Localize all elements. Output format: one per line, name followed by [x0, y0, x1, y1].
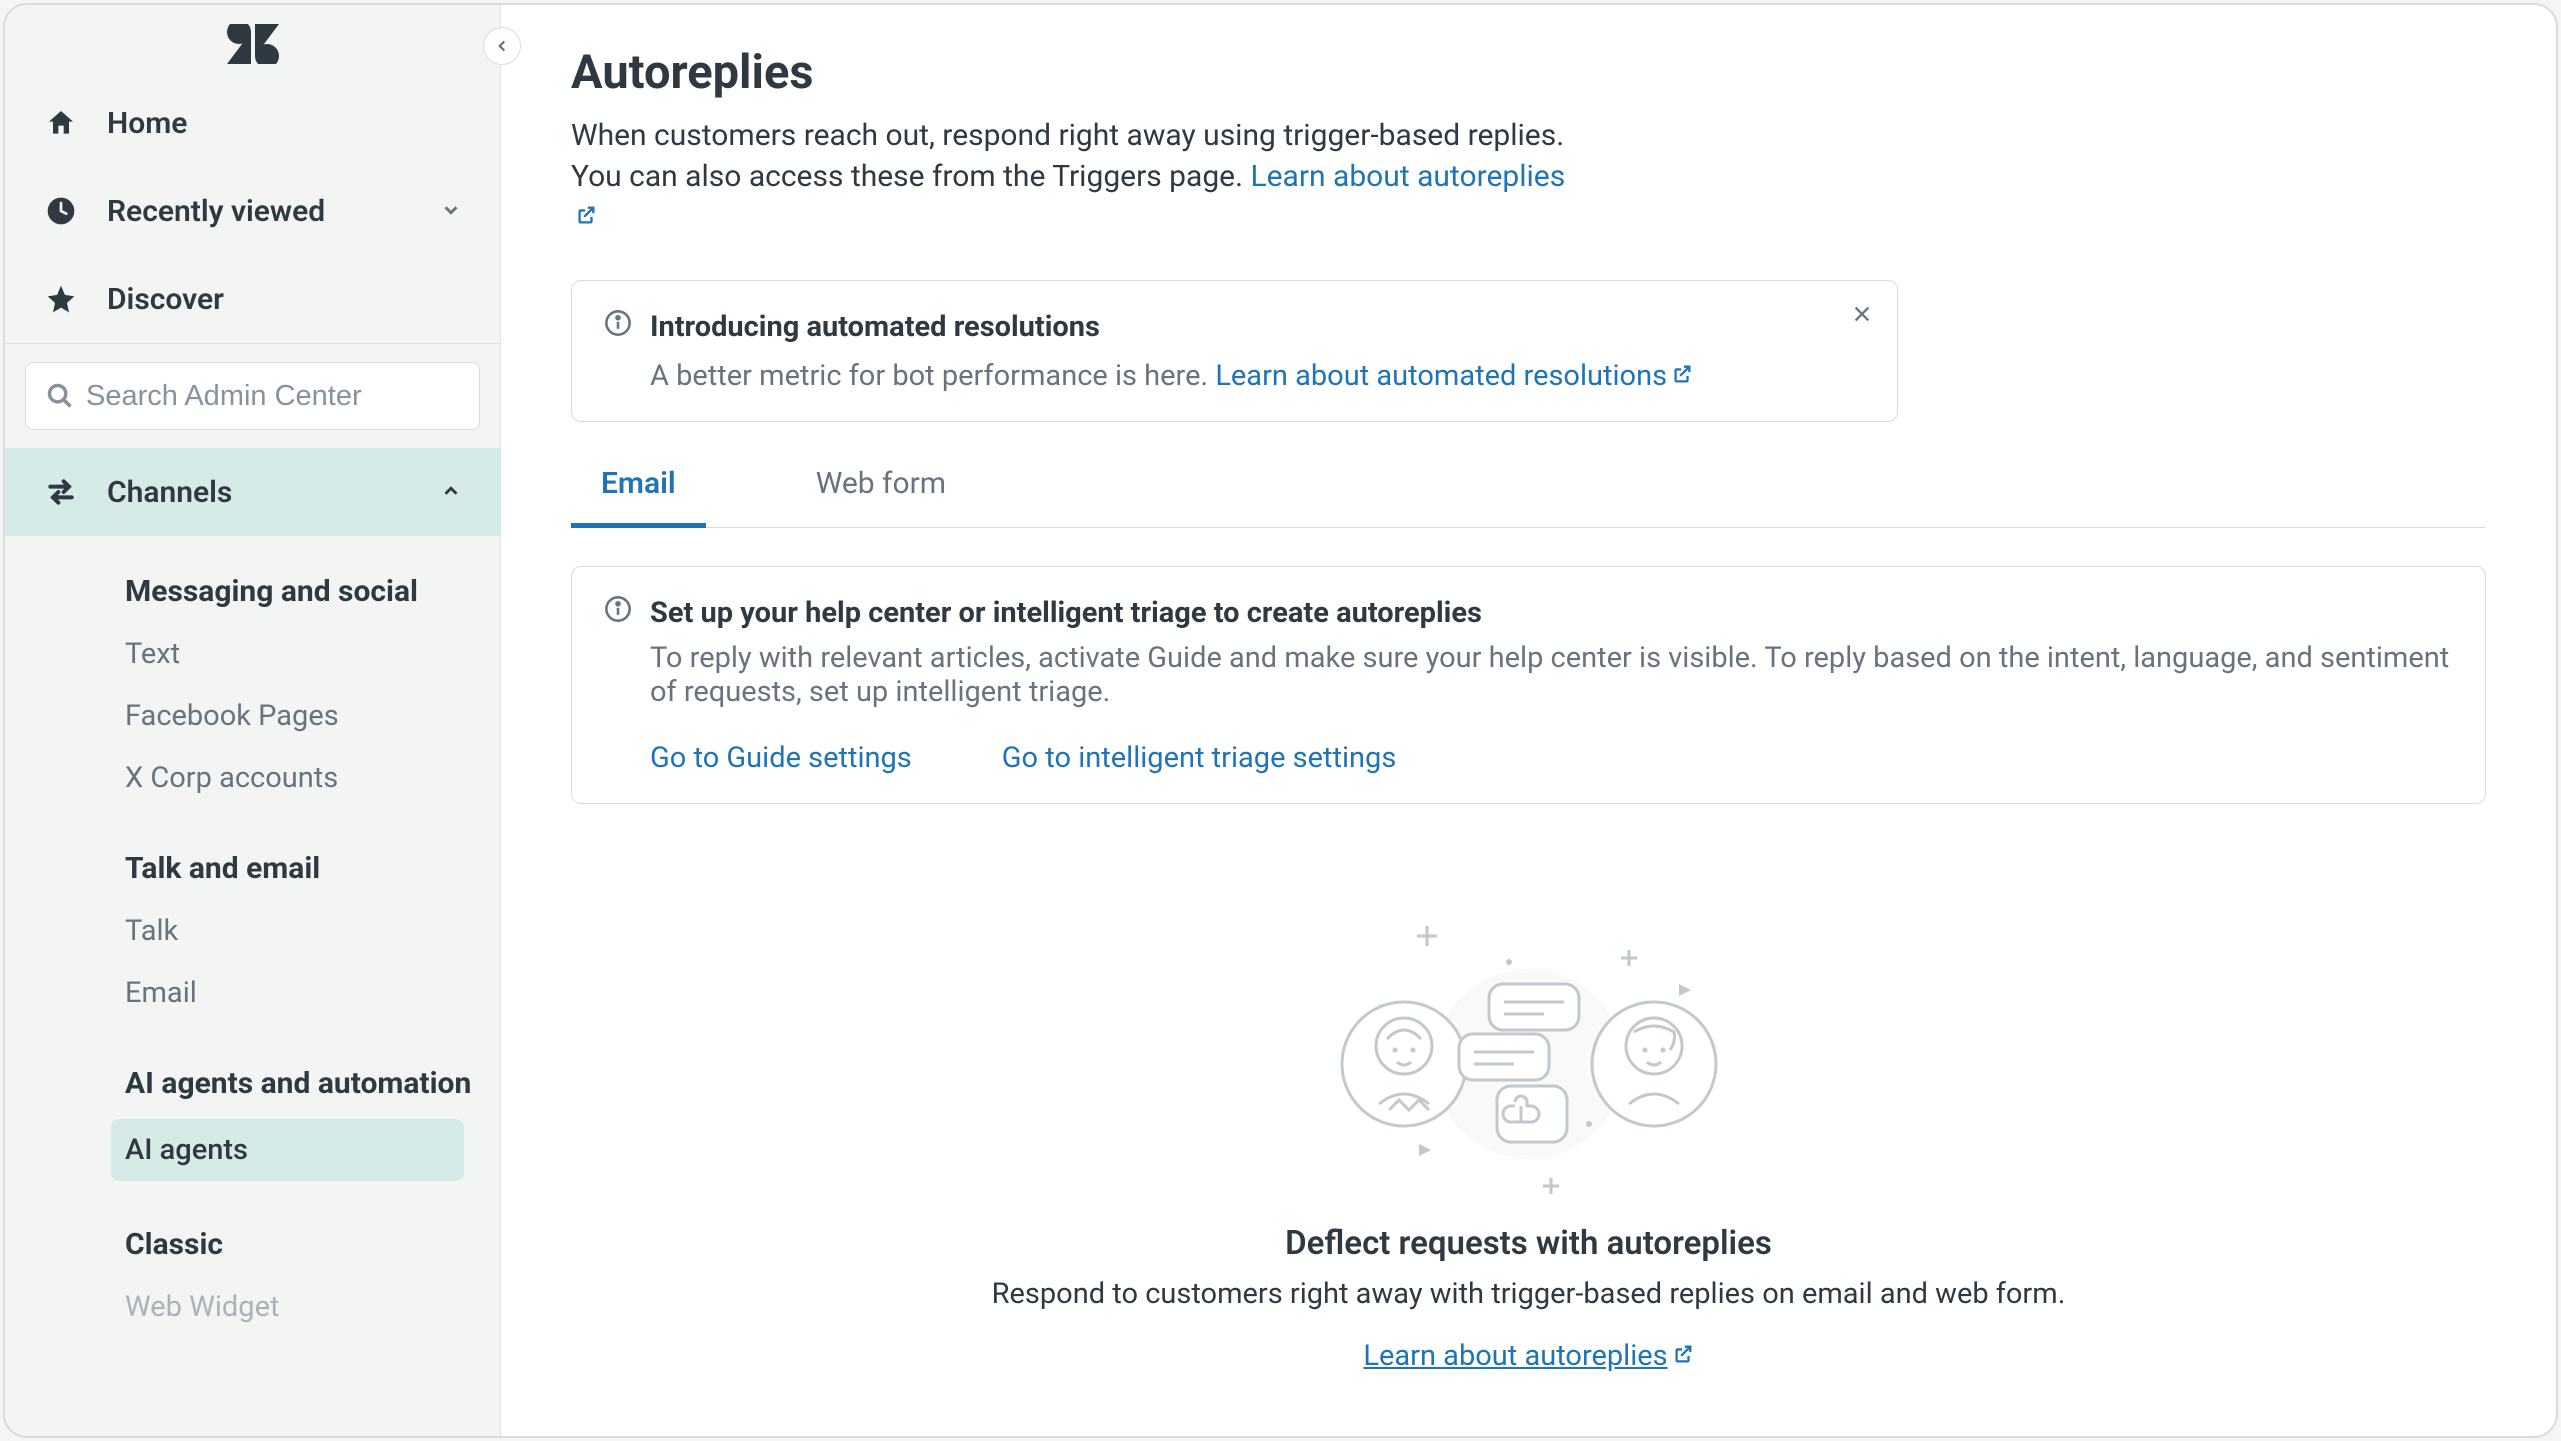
setup-callout-desc: To reply with relevant articles, activat…	[604, 641, 2453, 709]
main-content: Autoreplies When customers reach out, re…	[501, 5, 2556, 1436]
learn-autoreplies-label: Learn about autoreplies	[1250, 159, 1565, 194]
external-link-icon	[1671, 359, 1693, 393]
info-icon	[604, 309, 632, 345]
primary-nav: Home Recently viewed Discover	[5, 79, 500, 343]
go-triage-settings-link[interactable]: Go to intelligent triage settings	[1002, 741, 1397, 775]
sidebar-item-talk[interactable]: Talk	[5, 900, 500, 962]
tab-email[interactable]: Email	[571, 466, 706, 528]
setup-callout: Set up your help center or intelligent t…	[571, 566, 2486, 804]
nav-discover[interactable]: Discover	[5, 255, 500, 343]
nav-channels[interactable]: Channels	[5, 448, 500, 536]
star-icon	[43, 281, 79, 317]
chevron-left-icon	[493, 37, 511, 55]
group-talk-title: Talk and email	[5, 833, 500, 900]
group-messaging-title: Messaging and social	[5, 556, 500, 623]
app-frame: Home Recently viewed Discover	[3, 3, 2558, 1438]
empty-learn-link[interactable]: Learn about autoreplies	[1363, 1339, 1693, 1373]
nav-recently-viewed-label: Recently viewed	[107, 194, 325, 229]
sidebar-item-text[interactable]: Text	[5, 623, 500, 685]
arrows-icon	[43, 474, 79, 510]
empty-desc: Respond to customers right away with tri…	[992, 1277, 2066, 1311]
sidebar: Home Recently viewed Discover	[5, 5, 501, 1436]
nav-home-label: Home	[107, 106, 187, 141]
close-icon	[1851, 303, 1873, 325]
external-link-icon	[575, 197, 597, 238]
tab-webform[interactable]: Web form	[786, 466, 976, 528]
search-input[interactable]	[86, 380, 459, 413]
search-icon	[46, 382, 74, 410]
close-callout-button[interactable]	[1851, 303, 1873, 329]
nav-discover-label: Discover	[107, 282, 224, 317]
search-wrap	[5, 343, 500, 448]
home-icon	[43, 105, 79, 141]
group-classic-title: Classic	[5, 1209, 500, 1276]
group-ai-title: AI agents and automation	[5, 1048, 500, 1115]
intro-callout-title: Introducing automated resolutions	[650, 310, 1100, 344]
learn-automated-resolutions-label: Learn about automated resolutions	[1215, 359, 1667, 393]
chevron-down-icon	[440, 194, 462, 229]
intro-callout: Introducing automated resolutions A bett…	[571, 280, 1898, 422]
sidebar-item-facebook[interactable]: Facebook Pages	[5, 685, 500, 747]
empty-learn-label: Learn about autoreplies	[1363, 1339, 1667, 1373]
learn-automated-resolutions-link[interactable]: Learn about automated resolutions	[1215, 359, 1693, 393]
go-guide-settings-link[interactable]: Go to Guide settings	[650, 741, 912, 775]
page-description: When customers reach out, respond right …	[571, 116, 1591, 238]
nav-channels-label: Channels	[107, 475, 232, 510]
intro-callout-body: A better metric for bot performance is h…	[650, 359, 1215, 393]
nav-recently-viewed[interactable]: Recently viewed	[5, 167, 500, 255]
zendesk-logo	[5, 19, 500, 69]
sidebar-item-email[interactable]: Email	[5, 962, 500, 1024]
page-title: Autoreplies	[571, 45, 2486, 100]
clock-icon	[43, 193, 79, 229]
external-link-icon	[1672, 1339, 1694, 1373]
setup-callout-title: Set up your help center or intelligent t…	[650, 596, 1482, 630]
empty-title: Deflect requests with autoreplies	[1285, 1224, 1772, 1263]
search-box[interactable]	[25, 362, 480, 430]
info-icon	[604, 595, 632, 631]
empty-state: Deflect requests with autoreplies Respon…	[571, 914, 2486, 1373]
chevron-up-icon	[440, 475, 462, 510]
empty-illustration	[1329, 914, 1729, 1194]
tabs: Email Web form	[571, 466, 2486, 528]
channels-subnav: Messaging and social Text Facebook Pages…	[5, 536, 500, 1338]
nav-home[interactable]: Home	[5, 79, 500, 167]
sidebar-item-ai-agents[interactable]: AI agents	[111, 1119, 464, 1181]
sidebar-item-webwidget[interactable]: Web Widget	[5, 1276, 500, 1338]
sidebar-item-xcorp[interactable]: X Corp accounts	[5, 747, 500, 809]
collapse-sidebar-button[interactable]	[483, 27, 521, 65]
